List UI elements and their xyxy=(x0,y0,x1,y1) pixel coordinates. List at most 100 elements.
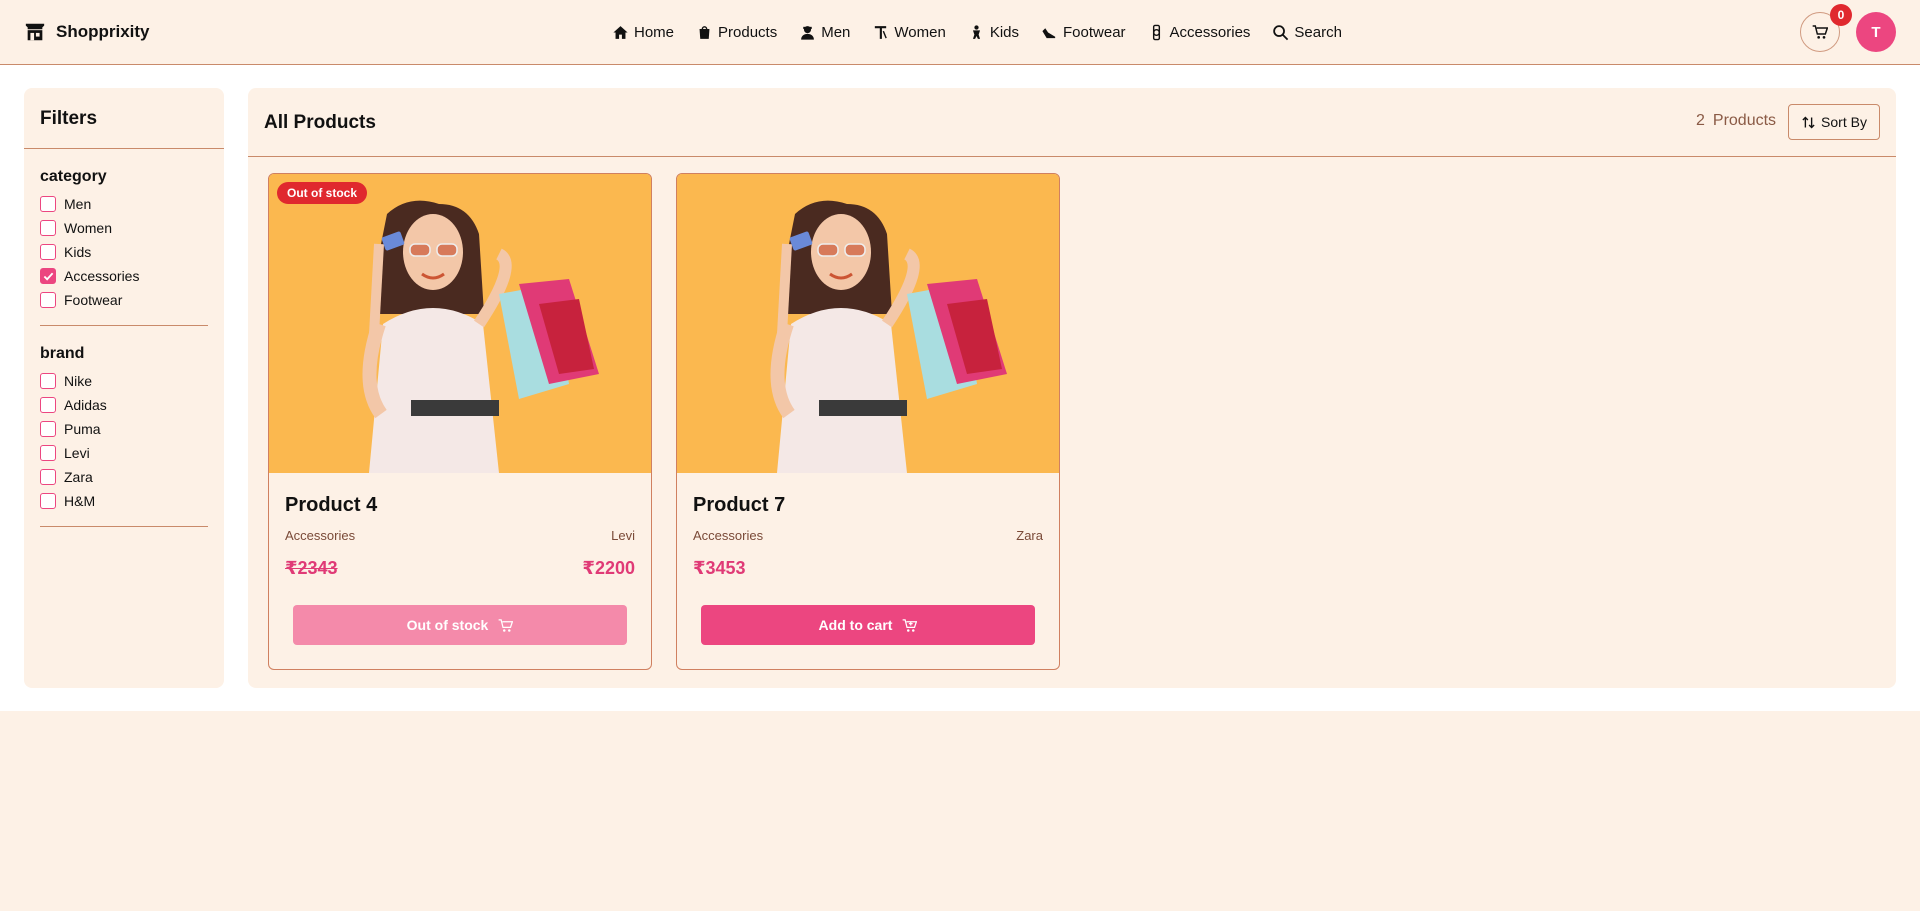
button-label: Add to cart xyxy=(818,617,893,633)
filter-brand-adidas[interactable]: Adidas xyxy=(40,396,107,414)
checkbox[interactable] xyxy=(40,493,56,509)
search-icon xyxy=(1273,24,1289,40)
nav-men[interactable]: Men xyxy=(799,24,850,41)
product-original-price: ₹2343 xyxy=(285,558,338,578)
nav-accessories[interactable]: Accessories xyxy=(1148,23,1251,41)
filter-category-footwear[interactable]: Footwear xyxy=(40,291,122,309)
nav-products-label: Products xyxy=(718,23,778,41)
filter-group-divider xyxy=(40,526,208,527)
out-of-stock-badge: Out of stock xyxy=(277,182,368,204)
brand-logo[interactable]: Shopprixity xyxy=(24,19,150,45)
filter-label: Footwear xyxy=(64,292,123,308)
checkbox[interactable] xyxy=(40,397,56,413)
home-icon xyxy=(613,25,628,39)
product-count-value: 2 xyxy=(1696,112,1705,129)
filters-divider xyxy=(24,148,224,149)
filter-label: H&M xyxy=(64,493,96,509)
filter-label: Adidas xyxy=(64,397,107,413)
filter-label: Men xyxy=(64,196,92,212)
product-image[interactable] xyxy=(677,174,1059,473)
filter-label: Levi xyxy=(64,445,90,461)
products-panel: All Products 2 Products Sort By Out of s… xyxy=(248,88,1896,688)
brand-name: Shopprixity xyxy=(56,22,150,41)
checkbox-checked[interactable] xyxy=(40,268,56,284)
model-photo xyxy=(269,174,651,473)
button-label: Out of stock xyxy=(406,617,489,633)
filter-brand-nike[interactable]: Nike xyxy=(40,372,92,390)
filter-label: Puma xyxy=(64,421,101,437)
filter-label: Nike xyxy=(64,373,93,389)
checkbox[interactable] xyxy=(40,196,56,212)
page-title: All Products xyxy=(264,112,376,133)
out-of-stock-button[interactable]: Out of stock xyxy=(293,605,627,645)
filter-brand-hm[interactable]: H&M xyxy=(40,492,95,510)
product-image[interactable] xyxy=(269,174,651,473)
add-to-cart-button[interactable]: Add to cart xyxy=(701,605,1035,645)
sort-arrows-icon xyxy=(1802,116,1815,128)
product-name[interactable]: Product 4 xyxy=(285,494,377,517)
filter-label: Women xyxy=(64,220,112,236)
nav-search-label: Search xyxy=(1294,23,1342,41)
nav-men-label: Men xyxy=(821,23,851,41)
filter-brand-zara[interactable]: Zara xyxy=(40,468,93,486)
nav-kids[interactable]: Kids xyxy=(968,24,1019,41)
nav-home[interactable]: Home xyxy=(612,24,674,41)
product-brand: Levi xyxy=(611,528,635,543)
model-photo xyxy=(677,174,1059,473)
filter-label: Kids xyxy=(64,244,92,260)
filter-category-accessories[interactable]: Accessories xyxy=(40,267,139,285)
nav-women-label: Women xyxy=(894,23,946,41)
sort-label: Sort By xyxy=(1821,114,1867,130)
nav-footwear[interactable]: Footwear xyxy=(1041,24,1126,41)
checkbox[interactable] xyxy=(40,220,56,236)
filter-brand-puma[interactable]: Puma xyxy=(40,420,101,438)
checkbox[interactable] xyxy=(40,445,56,461)
filters-sidebar: Filters category Men Women Kids Accessor… xyxy=(24,88,224,688)
category-group-title: category xyxy=(40,168,107,185)
baby-icon xyxy=(972,24,980,39)
nav-products[interactable]: Products xyxy=(696,24,777,41)
nav-home-label: Home xyxy=(634,23,675,41)
nav-accessories-label: Accessories xyxy=(1169,23,1251,41)
filter-category-women[interactable]: Women xyxy=(40,219,112,237)
product-count: 2 Products xyxy=(1696,112,1776,130)
product-category: Accessories xyxy=(693,528,764,543)
shopping-bag-icon xyxy=(699,25,710,39)
panel-divider xyxy=(248,156,1896,157)
cart-outline-icon xyxy=(498,618,514,632)
cart-icon xyxy=(1812,25,1828,39)
product-card[interactable]: Out of stock Product 4 Accessories Levi … xyxy=(268,173,652,670)
checkbox[interactable] xyxy=(40,421,56,437)
product-price: ₹3453 xyxy=(693,558,746,578)
brand-group-title: brand xyxy=(40,345,85,362)
nav-footwear-label: Footwear xyxy=(1063,23,1126,41)
checkbox[interactable] xyxy=(40,292,56,308)
filter-label: Accessories xyxy=(64,268,140,284)
checkbox[interactable] xyxy=(40,244,56,260)
nav-women[interactable]: Women xyxy=(872,23,946,41)
nav-search[interactable]: Search xyxy=(1272,24,1342,41)
filter-category-kids[interactable]: Kids xyxy=(40,243,91,261)
product-category: Accessories xyxy=(285,528,356,543)
checkbox[interactable] xyxy=(40,469,56,485)
cart-plus-icon xyxy=(903,618,918,632)
main-nav: Home Products Men Women Kids Footwear Ac… xyxy=(612,19,1342,45)
filter-brand-levi[interactable]: Levi xyxy=(40,444,90,462)
cart-count-badge: 0 xyxy=(1830,4,1852,26)
product-sale-price: ₹2200 xyxy=(582,558,635,578)
shoe-icon xyxy=(1042,27,1056,38)
top-navbar: Shopprixity Home Products Men Women Kids… xyxy=(0,0,1920,65)
woman-icon xyxy=(875,25,888,39)
watch-icon xyxy=(1152,24,1160,40)
sort-button[interactable]: Sort By xyxy=(1788,104,1880,140)
product-brand: Zara xyxy=(1016,528,1043,543)
filters-title: Filters xyxy=(40,108,98,129)
user-avatar[interactable]: T xyxy=(1856,12,1896,52)
product-card[interactable]: Product 7 Accessories Zara ₹3453 Add to … xyxy=(676,173,1060,670)
check-icon xyxy=(43,272,53,281)
filter-category-men[interactable]: Men xyxy=(40,195,91,213)
product-name[interactable]: Product 7 xyxy=(693,494,785,517)
checkbox[interactable] xyxy=(40,373,56,389)
man-icon xyxy=(801,25,815,40)
store-icon xyxy=(25,23,45,41)
